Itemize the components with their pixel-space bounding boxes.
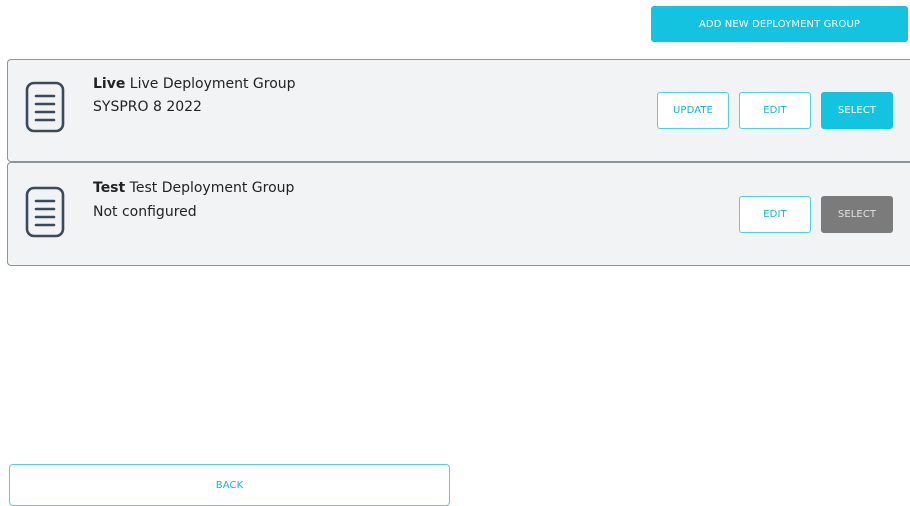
edit-button[interactable]: EDIT	[739, 92, 811, 129]
group-title: Live Live Deployment Group	[93, 76, 296, 92]
select-button-disabled[interactable]: SELECT	[821, 196, 893, 233]
deployment-groups-page: ADD NEW DEPLOYMENT GROUP Live Live Deplo…	[0, 0, 910, 506]
group-description: Live Deployment Group	[129, 76, 296, 92]
update-button[interactable]: UPDATE	[657, 92, 729, 129]
deployment-group-card-test[interactable]: Test Test Deployment Group Not configure…	[7, 162, 910, 266]
select-button[interactable]: SELECT	[821, 92, 893, 129]
group-status: SYSPRO 8 2022	[93, 99, 202, 115]
back-button[interactable]: BACK	[9, 464, 450, 506]
document-icon	[25, 81, 65, 133]
group-status: Not configured	[93, 204, 197, 220]
document-icon	[25, 186, 65, 238]
group-name: Test	[93, 180, 126, 196]
deployment-group-card-live[interactable]: Live Live Deployment Group SYSPRO 8 2022…	[7, 59, 910, 162]
group-name: Live	[93, 76, 126, 92]
group-description: Test Deployment Group	[129, 180, 295, 196]
add-new-deployment-group-button[interactable]: ADD NEW DEPLOYMENT GROUP	[651, 6, 908, 42]
edit-button[interactable]: EDIT	[739, 196, 811, 233]
group-title: Test Test Deployment Group	[93, 180, 294, 196]
